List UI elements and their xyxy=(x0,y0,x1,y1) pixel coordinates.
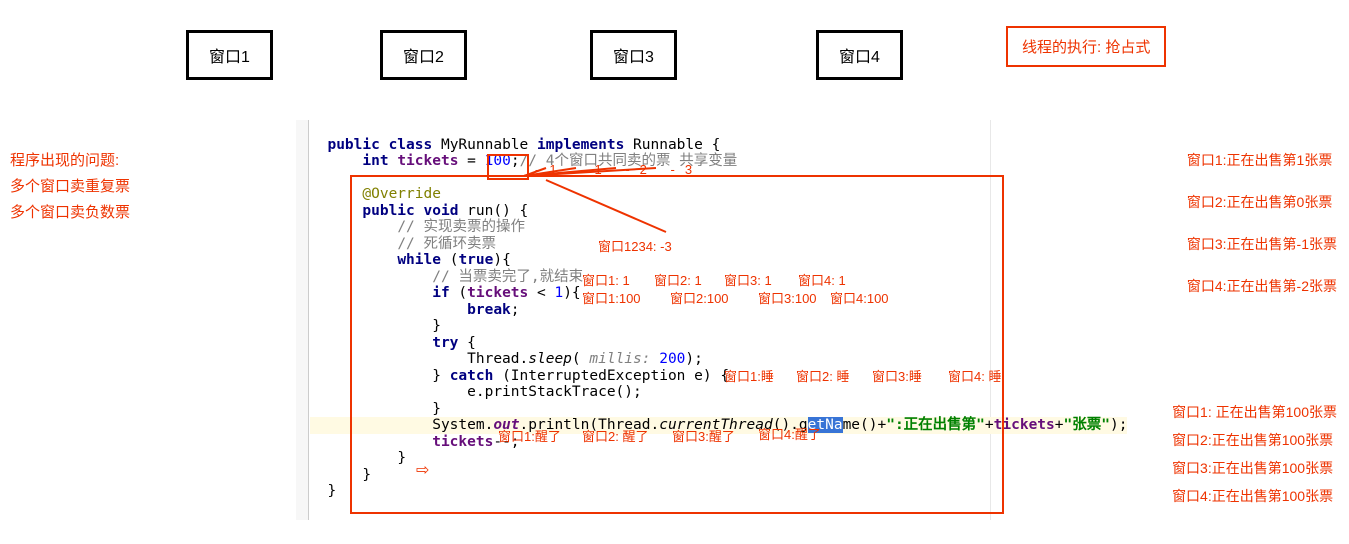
window-label: 窗口2 xyxy=(403,49,444,66)
output-line: 窗口4:正在出售第100张票 xyxy=(1172,486,1337,506)
annot-sleep-d: 窗口4: 睡 xyxy=(948,366,1001,385)
thread-mode-text: 线程的执行: 抢占式 xyxy=(1022,39,1150,56)
code-line: public class MyRunnable implements Runna… xyxy=(310,137,720,153)
window-box-4: 窗口4 xyxy=(816,30,903,80)
code-line: // 死循环卖票 xyxy=(310,236,496,252)
editor-gutter xyxy=(296,120,309,520)
code-line: } catch (InterruptedException e) { xyxy=(310,368,729,384)
output-line: 窗口3:正在出售第-1张票 xyxy=(1187,234,1337,254)
window-box-1: 窗口1 xyxy=(186,30,273,80)
annot-wake-a: 窗口1:醒了 xyxy=(498,426,561,445)
arrow-icon: ⇨ xyxy=(416,460,429,480)
output-line: 窗口1: 正在出售第100张票 xyxy=(1172,402,1337,422)
annot-row1-b: 窗口2: 1 xyxy=(654,270,702,289)
code-line: if (tickets < 1){ xyxy=(310,285,581,301)
window-box-3: 窗口3 xyxy=(590,30,677,80)
thread-mode-box: 线程的执行: 抢占式 xyxy=(1006,26,1166,67)
code-line: break; xyxy=(310,302,520,318)
code-line: } xyxy=(310,318,441,334)
output-line: 窗口2:正在出售第0张票 xyxy=(1187,192,1337,212)
annot-w1234: 窗口1234: -3 xyxy=(598,236,672,255)
window-label: 窗口4 xyxy=(839,49,880,66)
right-output-group-2: 窗口1: 正在出售第100张票 窗口2:正在出售第100张票 窗口3:正在出售第… xyxy=(1172,402,1337,506)
output-line: 窗口2:正在出售第100张票 xyxy=(1172,430,1337,450)
window-box-2: 窗口2 xyxy=(380,30,467,80)
annot-wake-d: 窗口4:醒了 xyxy=(758,424,821,443)
code-line: // 实现卖票的操作 xyxy=(310,219,525,235)
output-line: 窗口1:正在出售第1张票 xyxy=(1187,150,1337,170)
output-line: 窗口3:正在出售第100张票 xyxy=(1172,458,1337,478)
code-line: tickets--; xyxy=(310,434,520,450)
code-line: // 当票卖完了,就结束 xyxy=(310,269,583,285)
annot-wake-c: 窗口3:醒了 xyxy=(672,426,735,445)
window-label: 窗口1 xyxy=(209,49,250,66)
code-line: public void run() { xyxy=(310,203,528,219)
annot-row2-c: 窗口3:100 xyxy=(758,288,817,307)
annot-wake-b: 窗口2: 醒了 xyxy=(582,426,648,445)
code-line: } xyxy=(310,483,336,499)
problems-line1: 多个窗口卖重复票 xyxy=(10,174,130,200)
annot-row1-c: 窗口3: 1 xyxy=(724,270,772,289)
right-output-group-1: 窗口1:正在出售第1张票 窗口2:正在出售第0张票 窗口3:正在出售第-1张票 … xyxy=(1187,150,1337,296)
code-line: @Override xyxy=(310,186,441,202)
problems-title: 程序出现的问题: xyxy=(10,148,130,174)
problems-block: 程序出现的问题: 多个窗口卖重复票 多个窗口卖负数票 xyxy=(10,148,130,226)
code-line: e.printStackTrace(); xyxy=(310,384,642,400)
annot-row2-d: 窗口4:100 xyxy=(830,288,889,307)
annot-row2-a: 窗口1:100 xyxy=(582,288,641,307)
code-line: Thread.sleep( millis: 200); xyxy=(310,351,703,367)
annot-row1-d: 窗口4: 1 xyxy=(798,270,846,289)
code-line: try { xyxy=(310,335,476,351)
annot-minus-labels: -1 -1 -2 -3 xyxy=(535,162,702,177)
annot-sleep-b: 窗口2: 睡 xyxy=(796,366,849,385)
problems-line2: 多个窗口卖负数票 xyxy=(10,200,130,226)
annot-row1-a: 窗口1: 1 xyxy=(582,270,630,289)
window-label: 窗口3 xyxy=(613,49,654,66)
code-line: } xyxy=(310,450,406,466)
code-line: } xyxy=(310,467,371,483)
code-line: } xyxy=(310,401,441,417)
annot-sleep-c: 窗口3:睡 xyxy=(872,366,922,385)
output-line: 窗口4:正在出售第-2张票 xyxy=(1187,276,1337,296)
code-line xyxy=(310,170,319,186)
annot-row2-b: 窗口2:100 xyxy=(670,288,729,307)
code-line: while (true){ xyxy=(310,252,511,268)
annot-sleep-a: 窗口1:睡 xyxy=(724,366,774,385)
